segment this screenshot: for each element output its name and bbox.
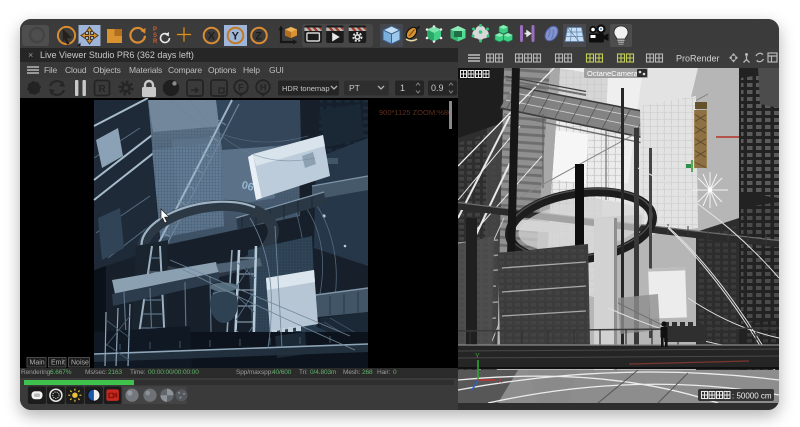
svg-text:1: 1 bbox=[400, 83, 405, 93]
svg-text:Noise: Noise bbox=[71, 360, 89, 367]
svg-text:X: X bbox=[208, 31, 216, 43]
svg-text:PT: PT bbox=[349, 83, 360, 93]
svg-text:Y: Y bbox=[232, 31, 240, 43]
svg-text:Emit: Emit bbox=[51, 360, 65, 367]
svg-text:F: F bbox=[238, 83, 244, 93]
svg-text:Z: Z bbox=[255, 31, 262, 43]
svg-text:R: R bbox=[99, 84, 107, 95]
svg-text:HDR tonemap: HDR tonemap bbox=[282, 84, 330, 93]
svg-text:H: H bbox=[260, 83, 267, 93]
svg-text:0.9: 0.9 bbox=[431, 83, 444, 93]
svg-text:900*1125 ZOOM:%80: 900*1125 ZOOM:%80 bbox=[379, 108, 452, 117]
svg-text:X: X bbox=[498, 378, 503, 385]
svg-text:Main: Main bbox=[30, 360, 45, 367]
svg-text:ProRender: ProRender bbox=[676, 54, 720, 64]
svg-text:OctaneCamera: OctaneCamera bbox=[587, 69, 639, 78]
svg-text:Y: Y bbox=[475, 353, 480, 360]
svg-text:R: R bbox=[153, 39, 158, 45]
svg-text:: 50000 cm: : 50000 cm bbox=[732, 392, 772, 401]
